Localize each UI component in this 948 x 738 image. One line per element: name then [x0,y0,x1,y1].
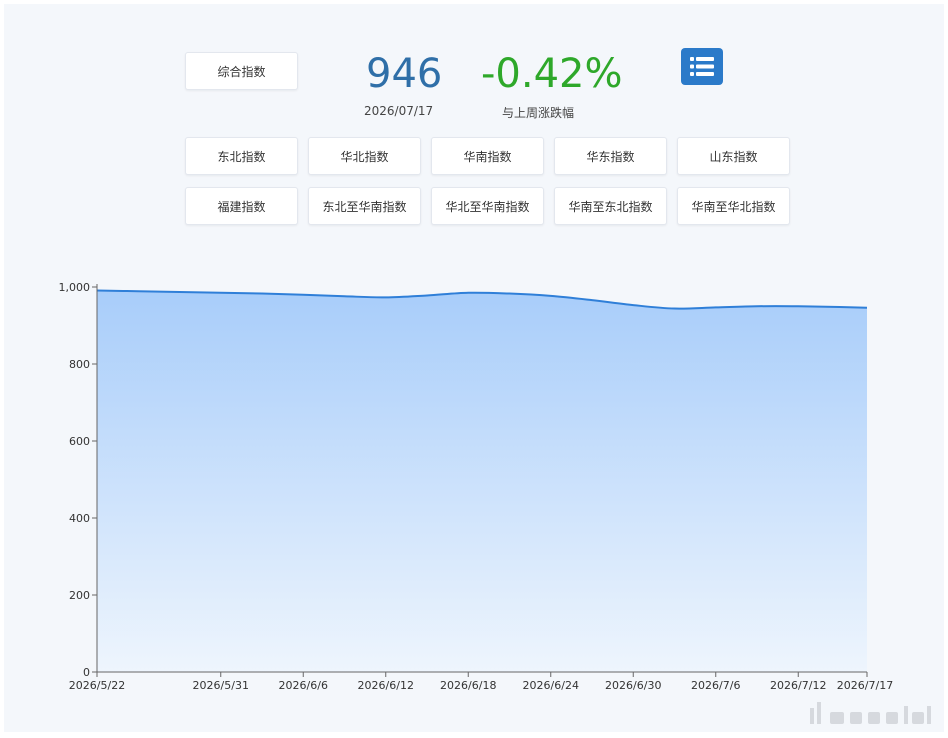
y-tick-label: 800 [69,358,90,371]
watermark-logo [810,702,931,724]
y-tick-label: 200 [69,589,90,602]
x-tick-label: 2026/7/17 [837,679,893,692]
x-tick-label: 2026/5/31 [193,679,249,692]
area-fill [97,290,867,672]
x-tick-label: 2026/7/12 [770,679,826,692]
x-tick-label: 2026/5/22 [69,679,125,692]
x-tick-label: 2026/6/6 [279,679,328,692]
y-tick-label: 0 [83,666,90,679]
y-tick-label: 1,000 [59,281,91,294]
x-tick-label: 2026/6/18 [440,679,496,692]
x-tick-label: 2026/6/30 [605,679,661,692]
x-tick-label: 2026/6/12 [358,679,414,692]
x-tick-label: 2026/6/24 [523,679,579,692]
x-tick-label: 2026/7/6 [691,679,740,692]
y-tick-label: 400 [69,512,90,525]
index-area-chart: 0 200 400 600 800 1,000 2026/5/22 2026/5/31 2026… [59,281,894,692]
y-tick-label: 600 [69,435,90,448]
